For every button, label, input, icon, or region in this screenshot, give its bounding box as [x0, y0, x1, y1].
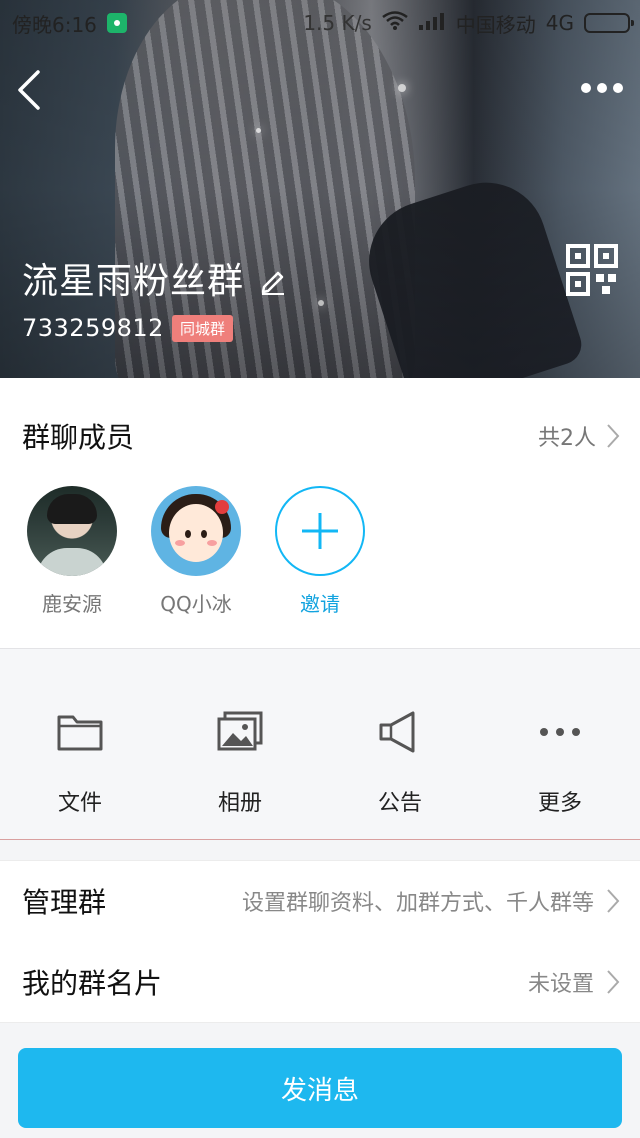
- megaphone-icon: [379, 711, 415, 753]
- member-name: 鹿安源: [42, 592, 102, 616]
- status-time: 傍晚6:16: [12, 12, 97, 37]
- members-section: 群聊成员 共2人 鹿安源 QQ小冰 邀请: [0, 378, 640, 648]
- action-more[interactable]: 更多: [480, 649, 640, 839]
- group-header-banner: 傍晚6:16 1.5 K/s 中国移动 4G 流星雨粉丝群 733259812 …: [0, 0, 640, 378]
- send-message-button[interactable]: 发消息: [18, 1048, 622, 1128]
- group-card-row[interactable]: 我的群名片 未设置: [0, 941, 640, 1023]
- row-value: 设置群聊资料、加群方式、千人群等: [241, 891, 594, 916]
- action-label: 公告: [377, 791, 422, 816]
- back-button[interactable]: [14, 68, 46, 112]
- action-label: 相册: [217, 791, 262, 816]
- row-label: 管理群: [22, 886, 107, 919]
- row-label: 我的群名片: [22, 966, 163, 1000]
- action-announcement[interactable]: 公告: [320, 649, 480, 839]
- battery-icon: [584, 13, 634, 33]
- network-type: 4G: [545, 11, 574, 35]
- chevron-right-icon: [607, 969, 620, 994]
- chevron-right-icon: [607, 889, 620, 913]
- avatar: [151, 486, 241, 576]
- plus-icon: [302, 513, 338, 549]
- action-label: 文件: [57, 791, 102, 816]
- group-profile-page: 傍晚6:16 1.5 K/s 中国移动 4G 流星雨粉丝群 733259812 …: [0, 0, 640, 1138]
- more-options-button[interactable]: [580, 80, 624, 96]
- album-icon: [217, 711, 263, 751]
- chevron-right-icon: [607, 424, 620, 448]
- qr-code-icon: [566, 244, 618, 296]
- action-files[interactable]: 文件: [0, 649, 160, 839]
- quick-actions: 文件 相册 公告 更多: [0, 648, 640, 840]
- edit-name-icon[interactable]: [258, 263, 286, 295]
- wifi-icon: [382, 10, 408, 36]
- avatar: [27, 486, 117, 576]
- row-value: 未设置: [527, 971, 594, 997]
- members-title: 群聊成员: [22, 421, 135, 454]
- action-album[interactable]: 相册: [160, 649, 320, 839]
- group-id: 733259812: [22, 314, 164, 342]
- member-item[interactable]: QQ小冰: [146, 486, 246, 617]
- members-count: 共2人: [538, 426, 596, 451]
- group-id-row: 733259812 同城群: [22, 314, 233, 342]
- folder-icon: [57, 715, 103, 751]
- group-type-badge: 同城群: [171, 314, 233, 342]
- carrier-name: 中国移动: [455, 12, 536, 37]
- more-icon: [540, 728, 580, 736]
- invite-label: 邀请: [300, 592, 340, 616]
- manage-group-row[interactable]: 管理群 设置群聊资料、加群方式、千人群等: [0, 860, 640, 942]
- group-name-row: 流星雨粉丝群: [22, 252, 286, 304]
- status-bar: 傍晚6:16 1.5 K/s 中国移动 4G: [0, 0, 640, 46]
- signal-icon: [418, 11, 446, 36]
- qr-code-button[interactable]: [566, 244, 618, 296]
- invite-button[interactable]: 邀请: [270, 486, 370, 617]
- members-count-link[interactable]: 共2人: [538, 420, 620, 452]
- invite-circle: [275, 486, 365, 576]
- member-item[interactable]: 鹿安源: [22, 486, 122, 617]
- group-name: 流星雨粉丝群: [22, 261, 245, 302]
- more-dots-icon: [581, 83, 623, 93]
- shield-icon: [106, 13, 127, 33]
- action-label: 更多: [537, 791, 582, 816]
- member-name: QQ小冰: [160, 592, 232, 616]
- back-arrow-icon: [18, 70, 40, 110]
- network-speed: 1.5 K/s: [303, 11, 372, 35]
